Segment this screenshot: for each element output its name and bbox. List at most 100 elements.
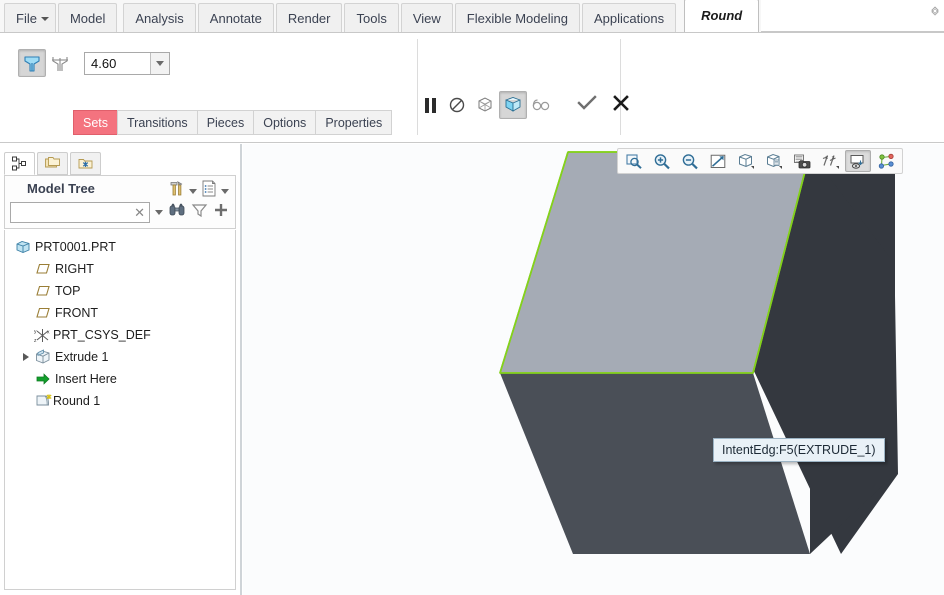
tree-item-top[interactable]: TOP <box>5 280 235 302</box>
shaded-preview-icon[interactable] <box>499 91 527 119</box>
tree-item-insert-here[interactable]: Insert Here <box>5 368 235 390</box>
tree-item-csys-label: PRT_CSYS_DEF <box>53 328 151 342</box>
3d-model-viewport[interactable] <box>243 144 944 595</box>
rolling-ball-round-icon[interactable] <box>18 49 46 77</box>
tree-item-round-1[interactable]: Round 1 <box>5 390 235 412</box>
navigator-tab-model-tree[interactable] <box>4 152 35 175</box>
round-subtab-pieces[interactable]: Pieces <box>197 110 255 135</box>
round-subtab-options[interactable]: Options <box>253 110 316 135</box>
tree-item-extrude-1[interactable]: Extrude 1 <box>5 346 235 368</box>
checkmark-icon[interactable] <box>577 94 597 117</box>
zoom-in-icon[interactable] <box>649 150 675 172</box>
tree-item-top-label: TOP <box>53 284 80 298</box>
wireframe-preview-icon[interactable] <box>471 91 499 119</box>
annotation-display-icon[interactable] <box>845 150 871 172</box>
tree-item-right[interactable]: RIGHT <box>5 258 235 280</box>
navigator-tab-favorites[interactable] <box>70 152 101 175</box>
model-tree-list[interactable]: PRT0001.PRT RIGHT TOP <box>4 230 236 590</box>
clear-x-icon[interactable]: ✕ <box>134 205 145 221</box>
panel-splitter[interactable] <box>238 144 242 595</box>
round-subtab-properties-label: Properties <box>325 116 382 130</box>
chevron-down-icon <box>41 17 49 21</box>
ribbon-body: 4.60 Sets Transitions Pieces Options Pro… <box>0 33 944 143</box>
ribbon-tab-view-label: View <box>413 11 441 26</box>
pro-engineer-window: File Model Analysis Annotate Render Tool… <box>0 0 944 595</box>
no-preview-icon[interactable] <box>443 91 471 119</box>
pause-icon[interactable] <box>425 98 436 113</box>
ribbon-tab-analysis[interactable]: Analysis <box>123 3 195 32</box>
tools-hammer-icon[interactable] <box>167 179 186 203</box>
ribbon-group-divider-2 <box>620 39 621 135</box>
model-front-face <box>500 373 810 554</box>
ribbon-tab-round-label: Round <box>701 8 742 23</box>
zoom-out-icon[interactable] <box>677 150 703 172</box>
tree-item-front-label: FRONT <box>53 306 98 320</box>
ribbon-tab-render-label: Render <box>288 11 331 26</box>
round-subtab-pieces-label: Pieces <box>207 116 245 130</box>
normal-to-spine-round-icon[interactable] <box>46 49 74 77</box>
ribbon-tab-file[interactable]: File <box>4 3 56 32</box>
datum-plane-icon <box>33 284 53 298</box>
glasses-preview-icon[interactable] <box>527 91 555 119</box>
tree-item-extrude-1-label: Extrude 1 <box>53 350 109 364</box>
navigator-tab-strip <box>4 152 103 175</box>
ribbon-tab-filler <box>761 0 944 32</box>
ribbon-tab-flexible-modeling[interactable]: Flexible Modeling <box>455 3 580 32</box>
tree-item-front[interactable]: FRONT <box>5 302 235 324</box>
tree-item-csys[interactable]: y z x PRT_CSYS_DEF <box>5 324 235 346</box>
svg-text:x: x <box>47 329 50 335</box>
tree-item-insert-here-label: Insert Here <box>53 372 117 386</box>
tree-item-right-label: RIGHT <box>53 262 94 276</box>
close-x-icon[interactable] <box>613 95 629 116</box>
funnel-icon[interactable] <box>191 202 208 223</box>
tree-item-part-label: PRT0001.PRT <box>33 240 116 254</box>
ribbon-tab-round[interactable]: Round <box>684 0 759 32</box>
plus-icon[interactable] <box>213 202 229 223</box>
round-radius-dropdown-button[interactable] <box>150 53 169 74</box>
zoom-to-box-icon[interactable] <box>621 150 647 172</box>
navigator-panel: Model Tree <box>0 144 241 595</box>
datum-display-filters-icon[interactable]: x x <box>817 150 843 172</box>
insert-here-arrow-icon <box>33 372 53 386</box>
ribbon-tab-model[interactable]: Model <box>58 3 117 32</box>
graphics-window[interactable]: x x <box>243 144 944 595</box>
tools-menu-chevron-down-icon[interactable] <box>189 189 197 194</box>
round-radius-field[interactable]: 4.60 <box>84 52 170 75</box>
ribbon-tab-tools[interactable]: Tools <box>344 3 398 32</box>
search-input[interactable]: ✕ <box>10 202 150 223</box>
round-subtab-transitions[interactable]: Transitions <box>117 110 198 135</box>
ribbon-tab-render[interactable]: Render <box>276 3 343 32</box>
search-input-field[interactable] <box>11 203 129 222</box>
ribbon-tab-applications[interactable]: Applications <box>582 3 676 32</box>
scene-camera-icon[interactable] <box>789 150 815 172</box>
tree-columns-icon[interactable] <box>200 179 218 203</box>
datum-plane-icon <box>33 262 53 276</box>
page-title: Model Tree <box>27 181 95 196</box>
ribbon-tab-file-label: File <box>16 11 37 26</box>
chevron-down-icon <box>156 61 164 66</box>
ribbon-tab-applications-label: Applications <box>594 11 664 26</box>
navigator-tab-folder-browser[interactable] <box>37 152 68 175</box>
round-subtab-properties[interactable]: Properties <box>315 110 392 135</box>
saved-orientations-icon[interactable] <box>761 150 787 172</box>
tree-item-part[interactable]: PRT0001.PRT <box>5 236 235 258</box>
entity-tooltip: IntentEdg:F5(EXTRUDE_1) <box>713 438 885 462</box>
round-subtab-sets[interactable]: Sets <box>73 110 118 135</box>
spin-center-icon[interactable] <box>873 150 899 172</box>
dashboard-confirm-cancel <box>577 94 629 117</box>
display-style-icon[interactable] <box>733 150 759 172</box>
search-history-chevron-down-icon[interactable] <box>155 210 163 215</box>
datum-plane-icon <box>33 306 53 320</box>
part-icon <box>13 239 33 255</box>
svg-text:z: z <box>34 338 37 343</box>
expander-collapsed-icon[interactable] <box>19 353 33 361</box>
refit-icon[interactable] <box>705 150 731 172</box>
favorites-folder-icon <box>77 155 94 172</box>
binoculars-icon[interactable] <box>168 202 186 223</box>
ribbon-tab-annotate[interactable]: Annotate <box>198 3 274 32</box>
tree-item-round-1-label: Round 1 <box>53 394 100 408</box>
display-menu-chevron-down-icon[interactable] <box>221 189 229 194</box>
coordinate-system-icon: y z x <box>33 328 53 343</box>
ribbon-tab-view[interactable]: View <box>401 3 453 32</box>
ribbon-tab-tools-label: Tools <box>356 11 386 26</box>
